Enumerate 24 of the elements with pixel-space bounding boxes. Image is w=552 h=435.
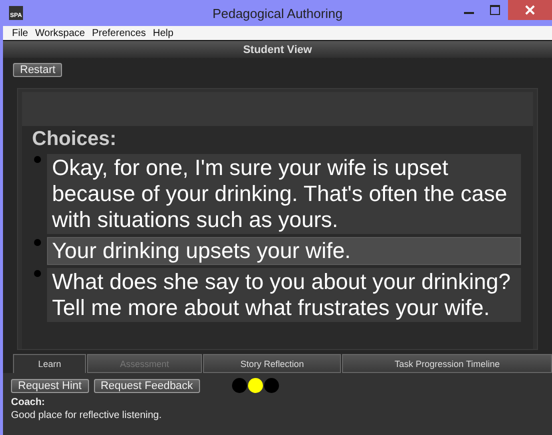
request-button[interactable]: Request Hint [11,378,89,392]
panel-title: Student View [3,41,552,58]
maximize-icon[interactable] [490,5,500,15]
choices-heading: Choices: [32,128,118,151]
window-title: Pedagogical Authoring [212,6,343,20]
menu-item[interactable]: File [12,28,28,38]
tab[interactable]: Learn [13,354,86,373]
choice-option[interactable]: What does she say to you about your drinking? Tell me more about what frustrates your wife. [47,268,521,322]
bullet-icon [34,270,41,277]
coach-message: Good place for reflective listening. [11,410,163,421]
request-button[interactable]: Request Feedback [94,378,200,392]
choice-option[interactable]: Okay, for one, I'm sure your wife is upset because of your drinking. That's often the case with situations such as yours. [47,154,521,234]
tab[interactable]: Story Reflection [202,354,342,373]
menu-item[interactable]: Workspace [35,28,85,38]
restart-button[interactable]: Restart [13,62,62,76]
close-button[interactable] [508,0,552,20]
menu-item[interactable]: Preferences [92,28,146,38]
choice-option[interactable]: Your drinking upsets your wife. [47,237,521,265]
close-icon [525,5,535,15]
menu-item[interactable]: Help [152,28,174,38]
bullet-icon [34,156,41,163]
tab[interactable]: Task Progression Timeline [342,354,552,373]
bullet-icon [34,239,41,246]
coach-label: Coach: [11,397,46,408]
